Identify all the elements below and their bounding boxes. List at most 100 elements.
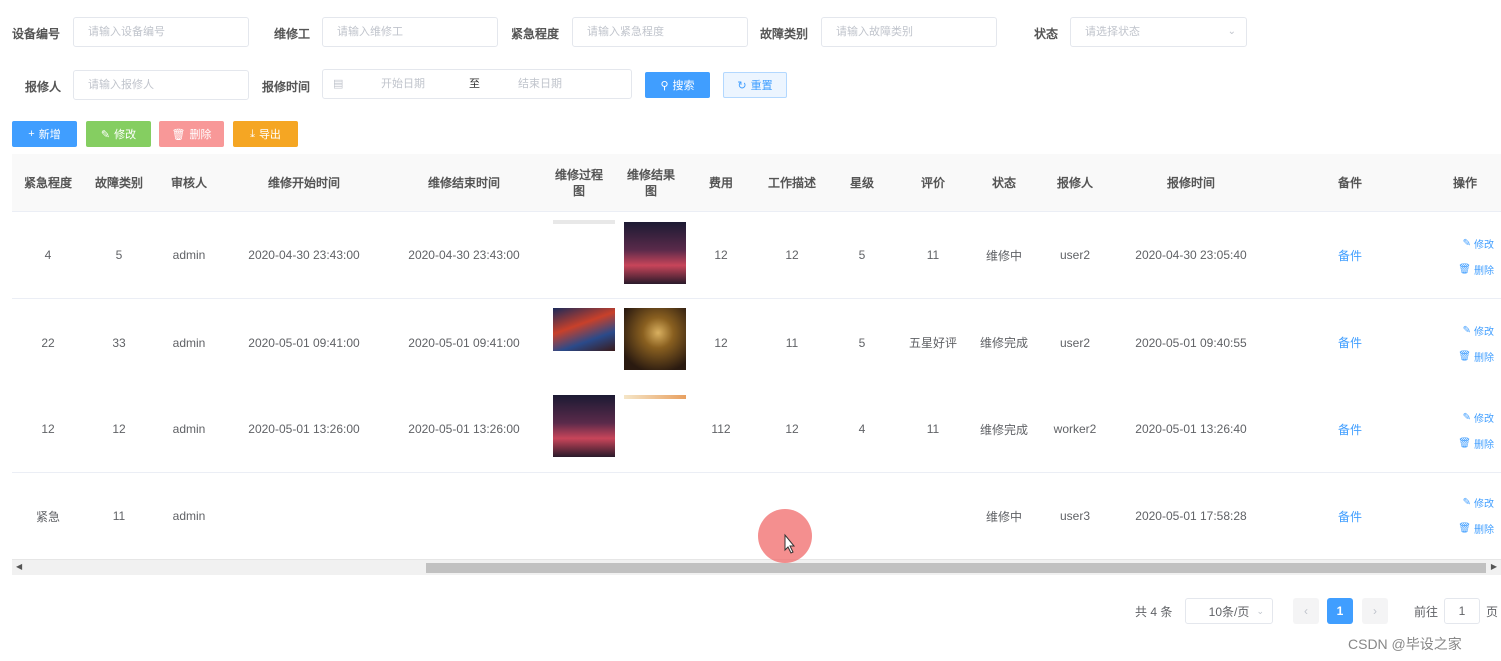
cell-repair-end: 2020-05-01 13:26:00: [408, 422, 520, 436]
refresh-icon: ↻: [737, 79, 747, 92]
cell-stars: 5: [858, 248, 866, 262]
cell-reporter: user2: [1059, 248, 1091, 262]
page-size-value: 10条/页: [1208, 604, 1250, 619]
plus-icon: +: [28, 128, 35, 140]
cell-report-time: 2020-05-01 09:40:55: [1135, 335, 1247, 350]
cell-status: 维修中: [985, 248, 1022, 263]
cell-fault-type: 11: [112, 509, 126, 523]
cell-urgency: 紧急: [35, 509, 60, 524]
row-actions: ✎ 修改 🗑 删除: [1448, 473, 1498, 559]
page-suffix: 页: [1486, 604, 1499, 619]
urgency-label: 紧急程度: [511, 27, 560, 41]
cell-cost: 12: [714, 248, 728, 262]
trash-icon: 🗑: [1458, 264, 1471, 275]
col-parts: 备件: [1337, 176, 1362, 190]
cell-review: 五星好评: [908, 336, 957, 350]
cell-status: 维修完成: [979, 422, 1028, 437]
cell-fault-type: 33: [112, 335, 126, 350]
range-separator: 至: [469, 78, 480, 90]
add-button[interactable]: + 新增: [12, 121, 77, 147]
edit-icon: ✎: [100, 128, 111, 141]
row-delete-label: 删除: [1474, 266, 1494, 277]
trash-icon: 🗑: [171, 128, 186, 141]
next-page-button[interactable]: ›: [1362, 598, 1388, 624]
fault-type-label: 故障类别: [760, 27, 809, 41]
row-delete-link[interactable]: 🗑 删除: [1448, 521, 1498, 536]
row-edit-label: 修改: [1474, 499, 1494, 510]
process-image[interactable]: [553, 220, 615, 224]
row-delete-link[interactable]: 🗑 删除: [1448, 436, 1498, 451]
search-icon: ⚲: [660, 79, 669, 92]
row-edit-label: 修改: [1474, 240, 1494, 251]
urgency-input[interactable]: 请输入紧急程度: [572, 17, 748, 47]
fault-type-input[interactable]: 请输入故障类别: [821, 17, 997, 47]
col-cost: 费用: [708, 176, 733, 190]
reset-button[interactable]: ↻ 重置: [723, 72, 787, 98]
prev-page-button[interactable]: ‹: [1293, 598, 1319, 624]
page-size-select[interactable]: 10条/页 ⌄: [1185, 598, 1273, 624]
parts-link[interactable]: 备件: [1310, 386, 1390, 472]
parts-link[interactable]: 备件: [1310, 299, 1390, 386]
scroll-left-icon[interactable]: ◀: [16, 562, 22, 571]
table-row: 22 33 admin 2020-05-01 09:41:00 2020-05-…: [12, 299, 1501, 386]
pointer-arrow-icon: [784, 533, 796, 554]
process-image[interactable]: [553, 395, 615, 457]
scrollbar-thumb[interactable]: [426, 563, 1486, 573]
cell-repair-start: 2020-05-01 09:41:00: [248, 335, 360, 350]
row-edit-label: 修改: [1474, 414, 1494, 425]
end-date-placeholder: 结束日期: [518, 78, 562, 90]
row-edit-link[interactable]: ✎ 修改: [1448, 495, 1498, 510]
parts-link[interactable]: 备件: [1310, 212, 1390, 298]
row-edit-link[interactable]: ✎ 修改: [1448, 236, 1498, 251]
parts-link[interactable]: 备件: [1310, 473, 1390, 559]
col-auditor: 审核人: [170, 176, 207, 190]
row-edit-link[interactable]: ✎ 修改: [1448, 410, 1498, 425]
result-image[interactable]: [624, 222, 686, 284]
page-number-current[interactable]: 1: [1327, 598, 1353, 624]
cell-report-time: 2020-04-30 23:05:40: [1135, 248, 1247, 262]
delete-button[interactable]: 🗑 删除: [159, 121, 224, 147]
cell-description: 12: [785, 248, 799, 262]
chevron-right-icon: ›: [1373, 604, 1377, 618]
search-button-label: 搜索: [672, 80, 695, 92]
cell-stars: 4: [858, 422, 866, 436]
col-urgency: 紧急程度: [23, 176, 72, 190]
cell-repair-end: 2020-05-01 09:41:00: [408, 335, 520, 350]
search-button[interactable]: ⚲ 搜索: [645, 72, 710, 98]
process-image[interactable]: [553, 308, 615, 351]
row-delete-link[interactable]: 🗑 删除: [1448, 349, 1498, 364]
status-select[interactable]: 请选择状态 ⌄: [1070, 17, 1247, 47]
row-delete-label: 删除: [1474, 525, 1494, 536]
col-fault-type: 故障类别: [94, 176, 143, 190]
repairer-input[interactable]: 请输入维修工: [322, 17, 498, 47]
cell-cost: 112: [711, 422, 731, 436]
row-actions: ✎ 修改 🗑 删除: [1448, 299, 1498, 386]
pagination-total: 共 4 条: [1135, 604, 1173, 619]
calendar-icon: ▤: [333, 78, 344, 90]
row-edit-link[interactable]: ✎ 修改: [1448, 323, 1498, 338]
chevron-down-icon: ⌄: [1227, 26, 1236, 37]
goto-page-input[interactable]: 1: [1444, 598, 1480, 624]
reporter-input[interactable]: 请输入报修人: [73, 70, 249, 100]
edit-button[interactable]: ✎ 修改: [86, 121, 151, 147]
report-time-range[interactable]: ▤ 开始日期 至 结束日期: [322, 69, 632, 99]
export-button[interactable]: ⤓ 导出: [233, 121, 298, 147]
row-actions: ✎ 修改 🗑 删除: [1448, 212, 1498, 298]
cell-auditor: admin: [172, 335, 206, 350]
cell-reporter: user2: [1059, 335, 1091, 350]
device-no-input[interactable]: 请输入设备编号: [73, 17, 249, 47]
row-delete-link[interactable]: 🗑 删除: [1448, 262, 1498, 277]
result-image[interactable]: [624, 395, 686, 399]
col-repair-end: 维修结束时间: [427, 176, 500, 190]
scroll-right-icon[interactable]: ▶: [1491, 562, 1497, 571]
edit-button-label: 修改: [114, 129, 137, 141]
col-report-time: 报修时间: [1166, 176, 1215, 190]
cell-description: 12: [785, 422, 799, 436]
horizontal-scrollbar[interactable]: ◀ ▶: [12, 559, 1501, 575]
result-image[interactable]: [624, 308, 686, 370]
mouse-cursor-highlight: [758, 509, 812, 563]
cell-cost: 12: [714, 335, 728, 350]
cell-repair-end: 2020-04-30 23:43:00: [408, 248, 520, 262]
start-date-placeholder: 开始日期: [381, 78, 425, 90]
row-edit-label: 修改: [1474, 327, 1494, 338]
